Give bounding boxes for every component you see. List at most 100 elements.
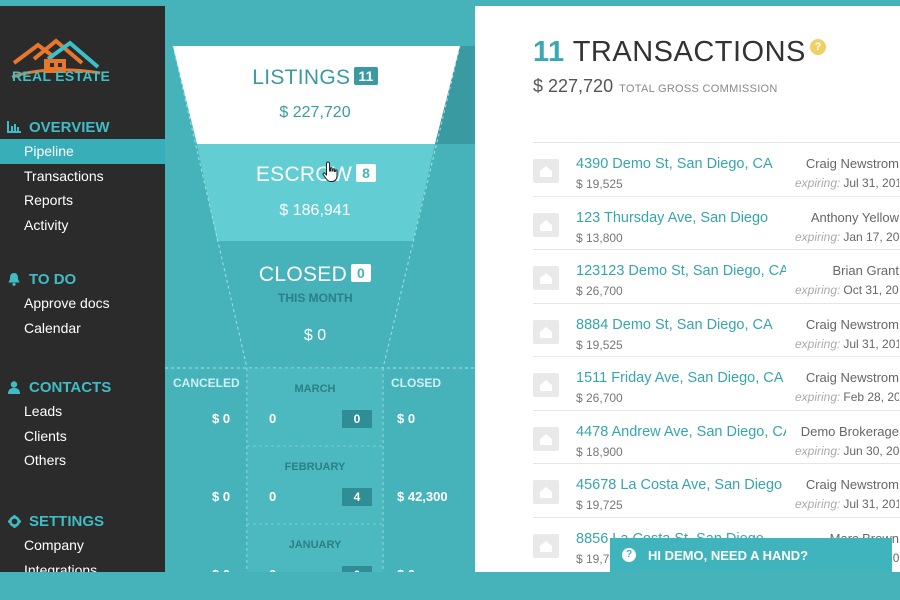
sidebar: REAL ESTATE OVERVIEW Pipeline Transactio… [0,6,165,572]
closed-amount: $ 0 [303,327,327,344]
person-icon [5,380,23,394]
escrow-count-badge: 8 [356,164,377,182]
section-overview: OVERVIEW Pipeline Transactions Reports A… [0,115,165,237]
sidebar-item-clients[interactable]: Clients [0,424,165,449]
march-count[interactable]: 0 [342,410,372,428]
transaction-row[interactable]: 1511 Friday Ave, San Diego, CA $ 26,700 Cr… [533,356,900,410]
section-title: OVERVIEW [29,118,110,136]
transaction-address[interactable]: 123123 Demo St, San Diego, CA [576,263,786,279]
transaction-row[interactable]: 45678 La Costa Ave, San Diego $ 19,725 Cra… [533,463,900,517]
transaction-agent: Craig Newstrom [805,156,899,171]
gross-amount: $ 227,720 [533,76,614,96]
transaction-row[interactable]: 4478 Andrew Ave, San Diego, CA $ 18,900 De… [533,409,900,464]
section-title: TO DO [29,270,77,288]
sidebar-item-activity[interactable]: Activity [0,213,165,238]
expiry-date: Jul 31, 2015 [843,176,899,190]
section-header-todo[interactable]: TO DO [0,267,165,291]
month-label-february: FEBRUARY [284,461,346,473]
transaction-price: $ 13,800 [576,230,623,245]
help-icon[interactable]: ? [810,39,826,55]
transaction-address[interactable]: 1511 Friday Ave, San Diego, CA [576,370,786,386]
sidebar-item-integrations[interactable]: Integrations [0,558,165,573]
house-icon [533,159,559,183]
section-header-contacts[interactable]: CONTACTS [0,375,165,399]
transaction-agent: Craig Newstrom [805,370,899,385]
transaction-row[interactable]: 4390 Demo St, San Diego, CA $ 19,525 Craig… [533,142,900,196]
canceled-column-header: CANCELED [173,376,240,390]
transaction-address[interactable]: 4478 Andrew Ave, San Diego, CA [576,424,786,440]
transaction-address[interactable]: 123 Thursday Ave, San Diego [576,210,786,226]
expiry-date: Oct 31, 2015 [843,283,899,297]
app-window: REAL ESTATE OVERVIEW Pipeline Transactio… [0,6,900,572]
sidebar-item-others[interactable]: Others [0,448,165,473]
escrow-stage[interactable]: ESCROW 8 [181,163,451,187]
chat-label: HI DEMO, NEED A HAND? [648,547,809,563]
section-header-settings[interactable]: SETTINGS [0,509,165,533]
transaction-address[interactable]: 45678 La Costa Ave, San Diego [576,477,786,493]
transaction-expiry: expiring:Jul 31, 2015 [795,497,899,511]
help-chat-button[interactable]: ? HI DEMO, NEED A HAND? [610,538,892,572]
expiring-label: expiring: [795,229,841,244]
hand-cursor-icon [322,161,338,182]
sidebar-item-transactions[interactable]: Transactions [0,164,165,189]
closed-stage[interactable]: CLOSED 0 [180,263,450,287]
transactions-panel: 11 TRANSACTIONS ? $ 227,720 TOTAL GROSS C… [475,6,900,572]
transaction-expiry: expiring:Feb 28, 2015 [795,390,899,404]
sidebar-item-approve-docs[interactable]: Approve docs [0,291,165,316]
transaction-expiry: expiring:Oct 31, 2015 [795,283,899,297]
house-icon [533,319,559,344]
brand-name: REAL ESTATE [12,68,111,84]
section-settings: SETTINGS Company Integrations [0,509,165,572]
house-icon [533,426,559,451]
march-closed: $ 0 [397,411,416,426]
closed-column-header: CLOSED [391,376,442,390]
february-closed: $ 42,300 [397,489,448,504]
house-icon [533,212,559,237]
bar-chart-icon [5,121,23,133]
transaction-price: $ 18,900 [576,444,623,459]
transaction-expiry: expiring:Jun 30, 2015 [795,444,899,458]
closed-label: CLOSED [258,263,348,286]
funnel-shape [165,45,475,572]
transaction-row[interactable]: 123 Thursday Ave, San Diego $ 13,800 Antho… [533,195,900,250]
listings-label: LISTINGS [252,66,351,89]
transaction-price: $ 19,525 [576,337,623,352]
expiry-date: Jan 17, 2015 [843,229,899,244]
transaction-expiry: expiring:Jan 17, 2015 [795,230,899,244]
sidebar-item-company[interactable]: Company [0,533,165,558]
transaction-expiry: expiring:Jul 31, 2015 [795,176,899,190]
february-left: 0 [269,489,277,504]
gross-label: TOTAL GROSS COMMISSION [619,83,778,95]
section-title: CONTACTS [29,378,112,396]
sidebar-item-pipeline[interactable]: Pipeline [0,139,165,164]
page-title-text: TRANSACTIONS [572,36,806,68]
gear-icon [5,514,23,528]
bottom-band [0,572,900,600]
transaction-address[interactable]: 4390 Demo St, San Diego, CA [576,156,786,172]
transaction-expiry: expiring:Jul 31, 2015 [795,337,899,351]
month-label-january: JANUARY [288,539,342,551]
sidebar-item-leads[interactable]: Leads [0,399,165,424]
section-todo: TO DO Approve docs Calendar [0,267,165,340]
listings-stage[interactable]: LISTINGS 11 [180,66,450,90]
february-count[interactable]: 4 [342,488,372,506]
gross-commission: $ 227,720 TOTAL GROSS COMMISSION [533,76,778,97]
expiring-label: expiring: [795,390,841,404]
sidebar-item-reports[interactable]: Reports [0,188,165,213]
transaction-agent: Anthony Yellow [810,209,899,225]
transaction-agent: Brian Grant [832,263,899,278]
expiry-date: Jun 30, 2015 [843,443,899,458]
transaction-list: 4390 Demo St, San Diego, CA $ 19,525 Craig… [533,142,900,570]
closed-sub-label: THIS MONTH [278,291,353,305]
house-icon [533,266,559,290]
sidebar-item-calendar[interactable]: Calendar [0,316,165,341]
expiring-label: expiring: [795,176,841,190]
transaction-row[interactable]: 8884 Demo St, San Diego, CA $ 19,525 Craig… [533,302,900,357]
transaction-price: $ 26,700 [576,391,623,405]
section-contacts: CONTACTS Leads Clients Others [0,375,165,473]
section-header-overview[interactable]: OVERVIEW [0,115,165,139]
expiring-label: expiring: [795,283,841,297]
transaction-address[interactable]: 8884 Demo St, San Diego, CA [576,317,786,333]
transaction-row[interactable]: 123123 Demo St, San Diego, CA $ 26,700 Bri… [533,249,900,303]
house-icon [533,480,559,504]
